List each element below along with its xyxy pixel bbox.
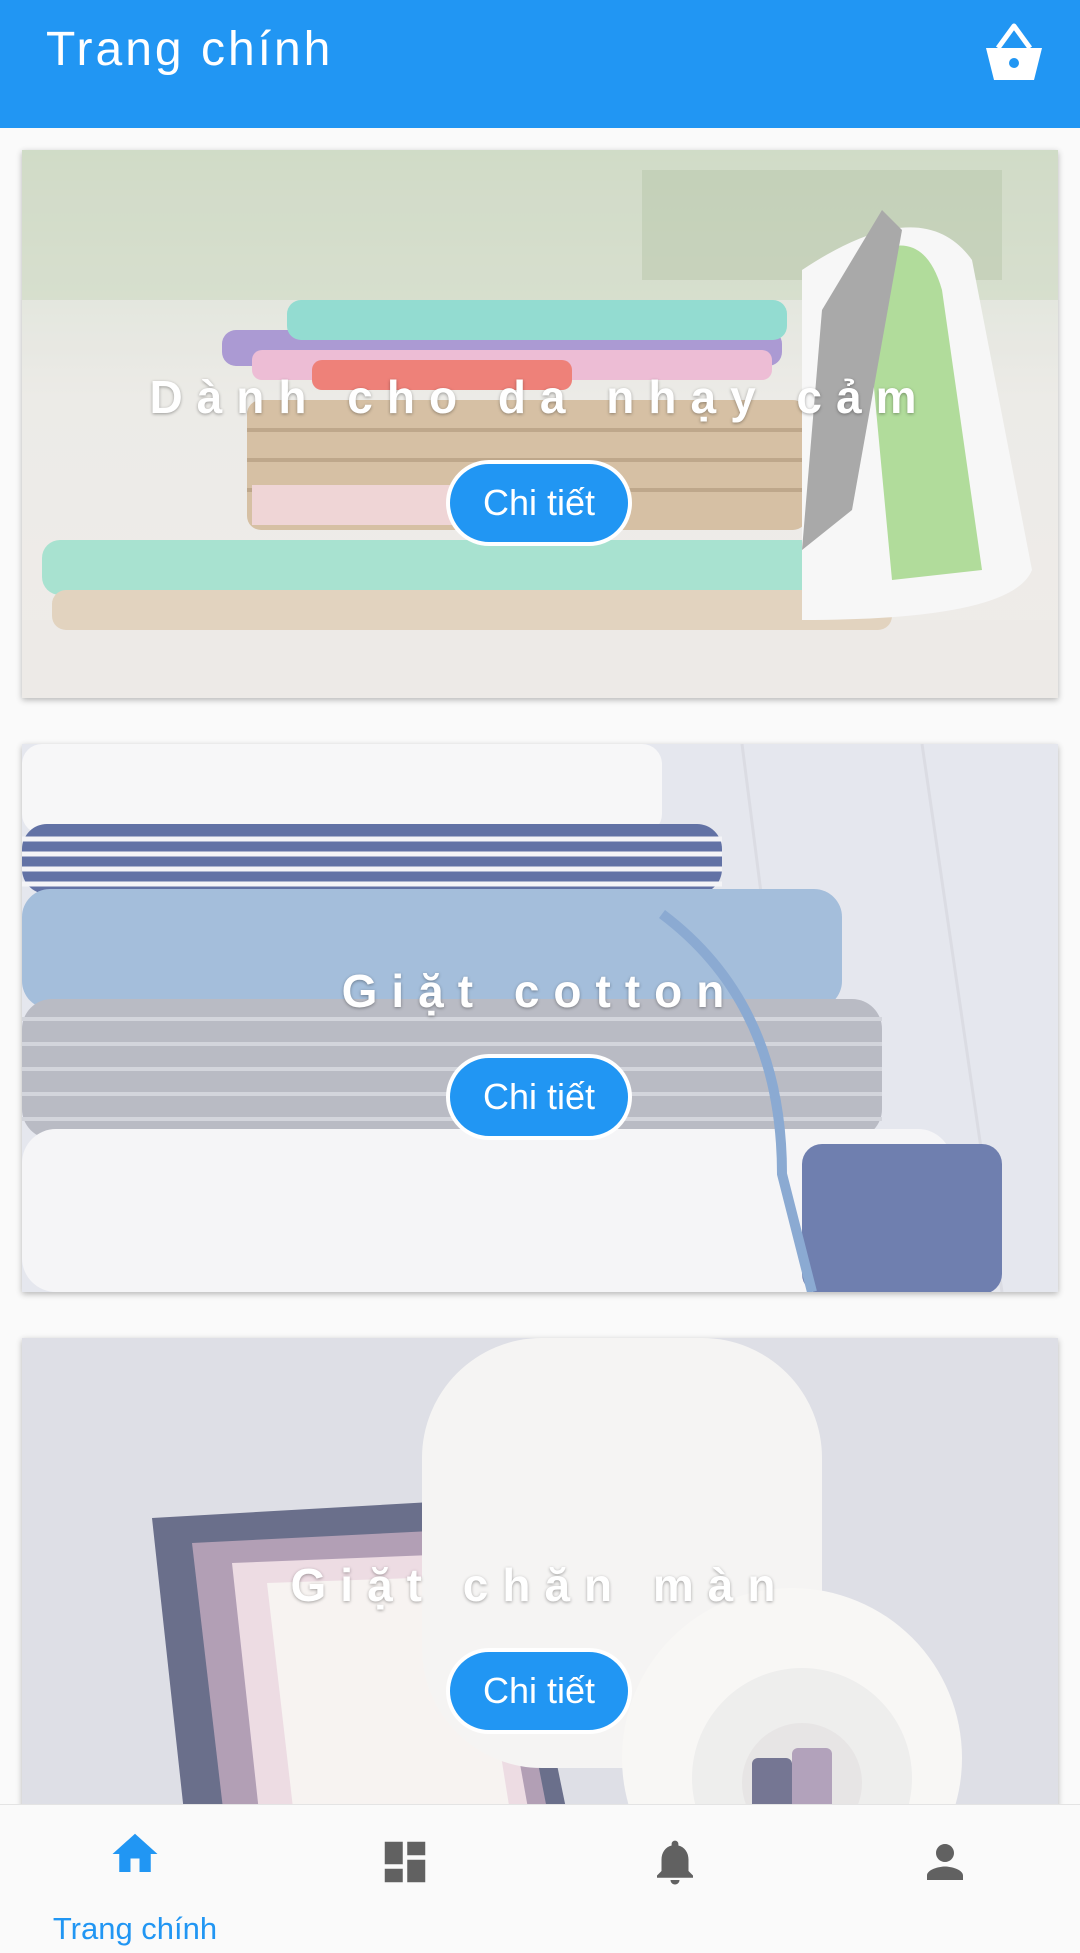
details-button[interactable]: Chi tiết [446, 460, 632, 546]
card-title: Giặt chăn màn [290, 1559, 790, 1611]
card-title: Giặt cotton [341, 965, 739, 1017]
service-card-cotton[interactable]: Giặt cotton Chi tiết [22, 744, 1058, 1292]
page-title: Trang chính [46, 23, 334, 76]
service-card-sensitive-skin[interactable]: Dành cho da nhạy cảm Chi tiết [22, 150, 1058, 698]
nav-label-home: Trang chính [52, 1911, 218, 1946]
cart-button[interactable] [978, 18, 1050, 90]
person-icon [927, 1844, 963, 1880]
home-icon [112, 1833, 158, 1872]
bell-icon [657, 1840, 693, 1885]
details-button[interactable]: Chi tiết [446, 1054, 632, 1140]
laundry-basket-image [22, 150, 1058, 698]
app-bar: Trang chính [0, 0, 1080, 128]
dashboard-icon [384, 1841, 426, 1883]
details-button[interactable]: Chi tiết [446, 1648, 632, 1734]
nav-item-home[interactable]: Trang chính [0, 1805, 270, 1953]
card-title: Dành cho da nhạy cảm [149, 371, 931, 423]
nav-item-profile[interactable] [810, 1805, 1080, 1953]
shopping-basket-icon [986, 23, 1042, 80]
service-card-blanket[interactable]: Giặt chăn màn Chi tiết [22, 1338, 1058, 1804]
cotton-stack-image [22, 744, 1058, 1292]
nav-item-dashboard[interactable] [270, 1805, 540, 1953]
card-list[interactable]: Dành cho da nhạy cảm Chi tiết Giặt cotto… [0, 128, 1080, 1804]
nav-item-notifications[interactable] [540, 1805, 810, 1953]
bottom-navigation: Trang chính [0, 1804, 1080, 1952]
